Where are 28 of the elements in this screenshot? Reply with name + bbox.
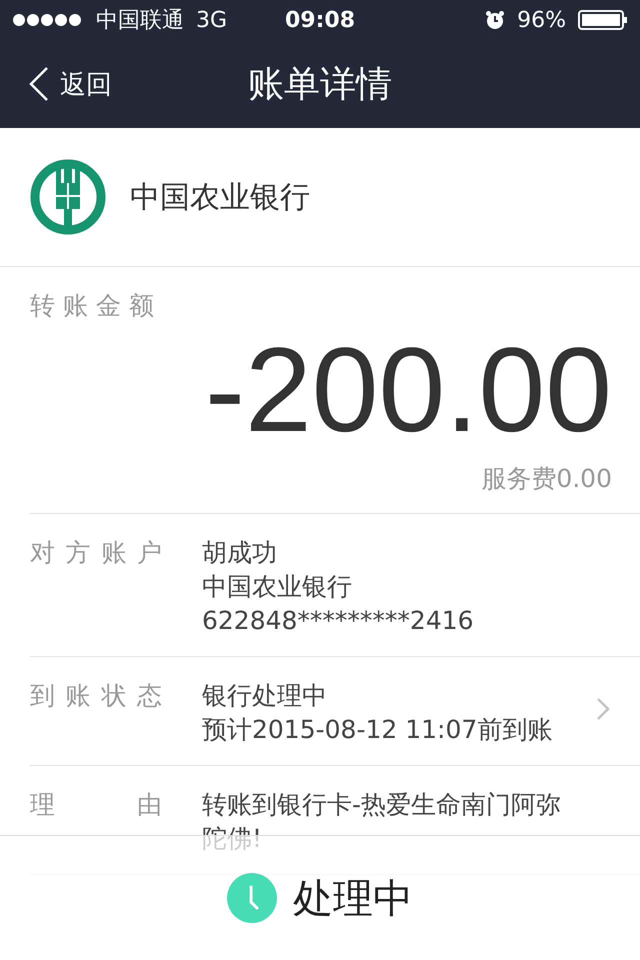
field-value: 中国农业银行 bbox=[202, 571, 353, 603]
field-label: 到账状态 bbox=[30, 680, 170, 712]
service-fee: 服务费0.00 bbox=[480, 463, 612, 495]
status-row[interactable]: 到账状态 银行处理中 预计2015-08-12 11:07前到账 bbox=[30, 657, 640, 766]
bank-name: 中国农业银行 bbox=[130, 178, 310, 216]
field-value: 银行处理中 bbox=[202, 680, 328, 712]
chevron-icon bbox=[596, 697, 610, 721]
bank-logo-icon bbox=[30, 159, 106, 235]
carrier-name: 中国联通 bbox=[96, 7, 184, 35]
chevron-icon bbox=[28, 66, 50, 102]
field-value: 转账到银行卡-热爱生命南门阿弥 bbox=[202, 789, 562, 821]
battery-percent: 96% bbox=[517, 8, 566, 32]
battery-icon bbox=[578, 10, 628, 30]
clock-time: 09:08 bbox=[284, 8, 356, 32]
alarm-icon bbox=[485, 10, 506, 30]
field-label: 理由 bbox=[30, 789, 170, 821]
network-type: 3G bbox=[196, 8, 228, 32]
field-label: 对方账户 bbox=[30, 537, 170, 569]
field-value: 胡成功 bbox=[202, 537, 278, 569]
back-button[interactable]: 返回 bbox=[28, 66, 112, 102]
amount-label: 转账金额 bbox=[30, 290, 163, 322]
page-title: 账单详情 bbox=[248, 62, 392, 106]
status-text: 处理中 bbox=[293, 874, 413, 924]
field-value: 预计2015-08-12 11:07前到账 bbox=[202, 714, 552, 746]
field-value: 622848*********2416 bbox=[202, 605, 474, 637]
clock-icon bbox=[227, 873, 277, 923]
amount-value: -200.00 bbox=[204, 328, 612, 452]
signal-icon bbox=[12, 13, 84, 27]
